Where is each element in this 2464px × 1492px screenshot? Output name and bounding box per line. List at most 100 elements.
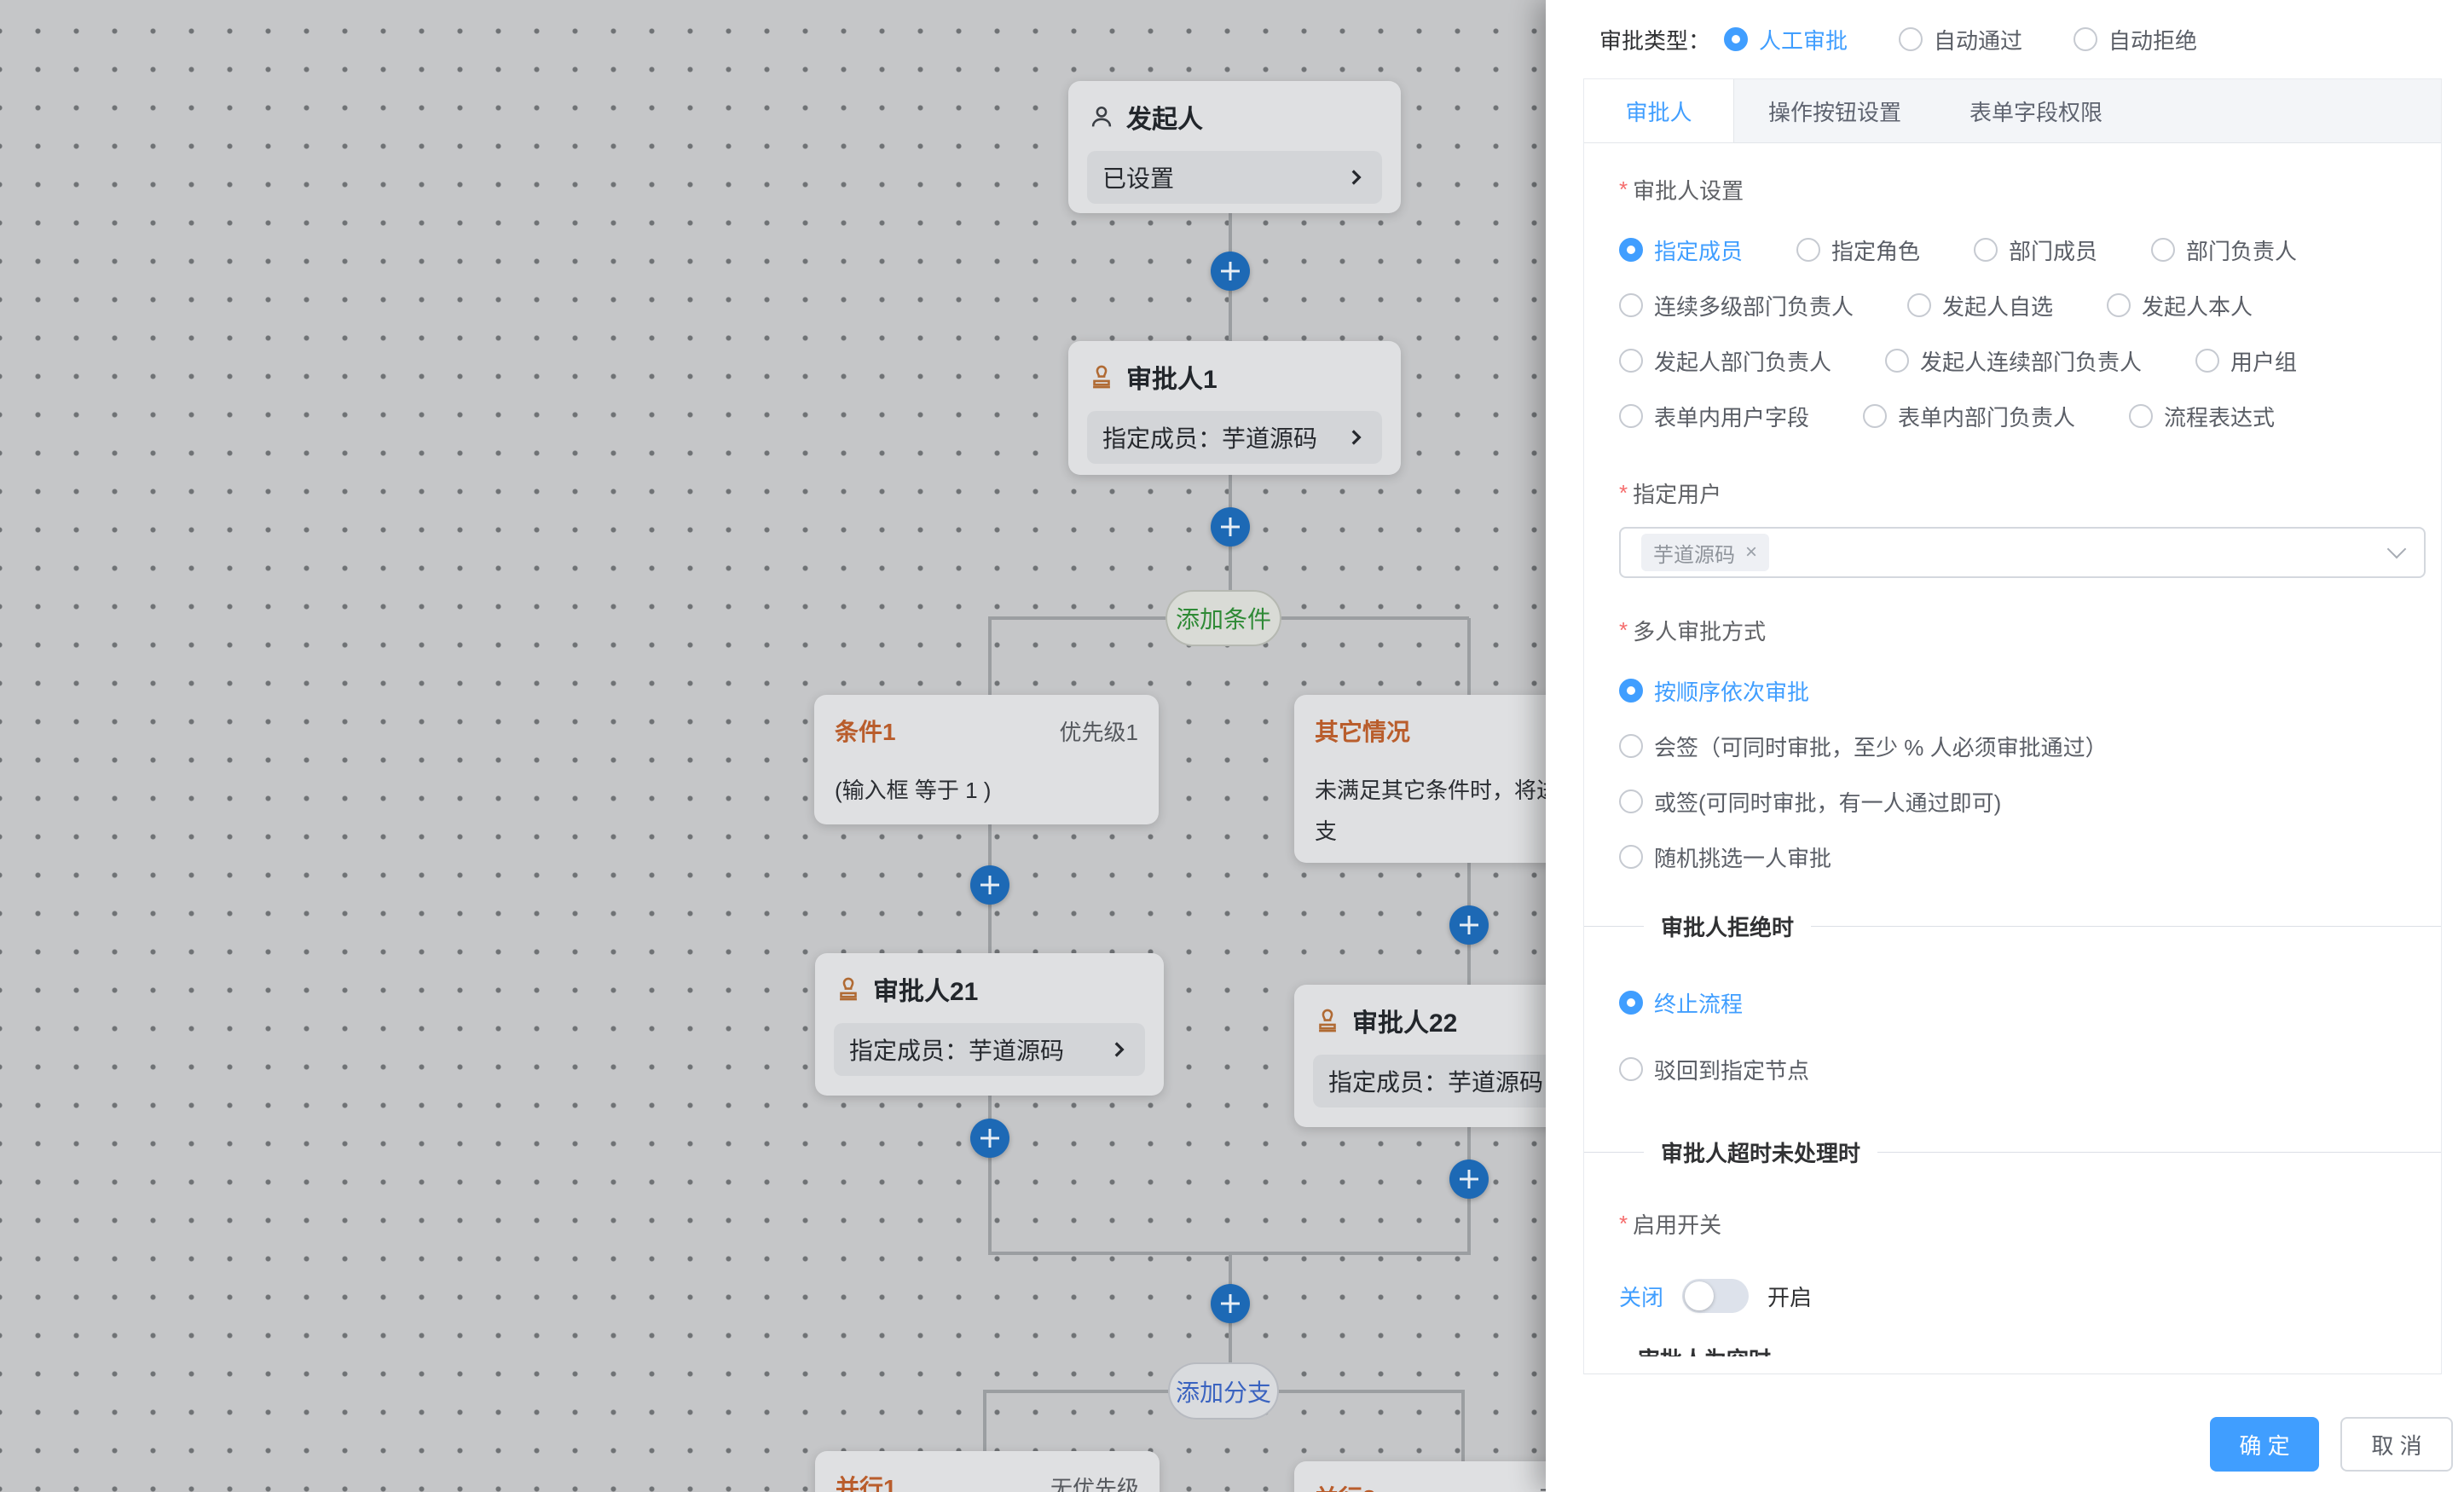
timeout-enable-toggle[interactable] xyxy=(1682,1279,1749,1313)
node-config-row[interactable]: 已设置 xyxy=(1087,151,1382,204)
node-config-row[interactable]: 指定成员：芋道源码 xyxy=(834,1023,1145,1076)
reject-option: 驳回到指定节点 xyxy=(1619,1056,2441,1082)
node-start[interactable]: 发起人 已设置 xyxy=(1068,81,1401,213)
add-node-button[interactable] xyxy=(1449,1159,1489,1199)
required-asterisk: * xyxy=(1619,1211,1628,1237)
multi-approve-option: 随机挑选一人审批 xyxy=(1619,844,2441,870)
connector-line xyxy=(1461,1391,1465,1461)
add-node-button[interactable] xyxy=(1211,1284,1250,1323)
approver-setting-row4: 表单内用户字段 表单内部门负责人 流程表达式 xyxy=(1619,403,2441,429)
radio-starter-choose[interactable]: 发起人自选 xyxy=(1907,290,2053,321)
add-node-button[interactable] xyxy=(1211,507,1250,546)
radio-dept-member[interactable]: 部门成员 xyxy=(1974,234,2097,266)
switch-on-label: 开启 xyxy=(1767,1281,1812,1312)
approver-setting-row3: 发起人部门负责人 发起人连续部门负责人 用户组 xyxy=(1619,348,2441,373)
radio-dot xyxy=(2151,238,2175,262)
connector-line xyxy=(988,618,992,695)
radio-process-expression[interactable]: 流程表达式 xyxy=(2129,401,2275,432)
condition-title: 其它情况 xyxy=(1315,714,1410,748)
toggle-knob xyxy=(1685,1281,1714,1310)
required-asterisk: * xyxy=(1619,480,1628,506)
selected-user-tag: 芋道源码 × xyxy=(1641,534,1769,571)
timeout-section-title: 审批人超时未处理时 xyxy=(1644,1136,1877,1168)
tag-close-icon[interactable]: × xyxy=(1745,541,1757,564)
add-branch-button[interactable]: 添加分支 xyxy=(1168,1362,1279,1420)
cancel-button[interactable]: 取 消 xyxy=(2340,1417,2453,1472)
add-condition-button[interactable]: 添加条件 xyxy=(1165,590,1281,646)
radio-dot xyxy=(1619,789,1643,813)
tab-form-field-permission[interactable]: 表单字段权限 xyxy=(1935,79,2137,142)
radio-dot xyxy=(1619,1057,1643,1081)
radio-assigned-member[interactable]: 指定成员 xyxy=(1619,234,1743,266)
radio-terminate-process[interactable]: 终止流程 xyxy=(1619,987,1743,1019)
radio-dot xyxy=(2074,27,2097,51)
multi-approve-option: 或签(可同时审批，有一人通过即可) xyxy=(1619,789,2441,814)
radio-return-to-node[interactable]: 驳回到指定节点 xyxy=(1619,1054,1809,1085)
condition-expression: (输入框 等于 1 ) xyxy=(835,770,1138,811)
radio-dot xyxy=(1619,293,1643,317)
confirm-button[interactable]: 确 定 xyxy=(2210,1417,2319,1472)
drawer-body: 审批人 操作按钮设置 表单字段权限 * 审批人设置 指定成员 指定角色 部门成员… xyxy=(1583,78,2442,1374)
add-node-button[interactable] xyxy=(1211,252,1250,291)
enable-switch-label: * 启用开关 xyxy=(1619,1212,2441,1235)
condition-title: 并行2 xyxy=(1315,1480,1376,1492)
node-approver21[interactable]: 审批人21 指定成员：芋道源码 xyxy=(815,953,1164,1096)
node-config-text: 指定成员：芋道源码 xyxy=(1328,1064,1543,1098)
radio-dot xyxy=(1724,27,1748,51)
assign-user-select[interactable]: 芋道源码 × xyxy=(1619,527,2426,578)
node-parallel1[interactable]: 并行1 无优先级 xyxy=(815,1451,1160,1492)
approve-type-label: 审批类型： xyxy=(1599,24,1710,55)
radio-auto-pass[interactable]: 自动通过 xyxy=(1899,24,2022,55)
radio-dot xyxy=(1863,404,1887,428)
multi-approve-option: 会签（可同时审批，至少 % 人必须审批通过） xyxy=(1619,733,2441,759)
tab-button-settings[interactable]: 操作按钮设置 xyxy=(1734,79,1935,142)
drawer-footer: 确 定 取 消 xyxy=(1546,1374,2464,1492)
node-approver1[interactable]: 审批人1 指定成员：芋道源码 xyxy=(1068,341,1401,475)
radio-dept-leader[interactable]: 部门负责人 xyxy=(2151,234,2297,266)
radio-orsign[interactable]: 或签(可同时审批，有一人通过即可) xyxy=(1619,786,2001,818)
radio-dot xyxy=(1619,238,1643,262)
node-title: 审批人21 xyxy=(873,970,978,1008)
radio-form-user-field[interactable]: 表单内用户字段 xyxy=(1619,401,1809,432)
assign-user-label: * 指定用户 xyxy=(1619,481,2441,505)
reject-option: 终止流程 xyxy=(1619,990,2441,1015)
approver-setting-label: * 审批人设置 xyxy=(1619,177,2441,201)
radio-starter-self[interactable]: 发起人本人 xyxy=(2107,290,2253,321)
radio-form-dept-leader[interactable]: 表单内部门负责人 xyxy=(1863,401,2075,432)
radio-starter-multi-dept-leader[interactable]: 发起人连续部门负责人 xyxy=(1885,345,2142,377)
radio-dot xyxy=(1619,349,1643,373)
radio-dot xyxy=(2107,293,2131,317)
connector-line xyxy=(983,1391,986,1451)
radio-dot xyxy=(1899,27,1923,51)
radio-dot xyxy=(1907,293,1931,317)
tab-approver[interactable]: 审批人 xyxy=(1584,79,1734,142)
node-config-text: 指定成员：芋道源码 xyxy=(849,1032,1064,1067)
radio-random-one[interactable]: 随机挑选一人审批 xyxy=(1619,841,1831,873)
stamp-icon xyxy=(834,974,863,1003)
switch-off-label: 关闭 xyxy=(1619,1281,1663,1312)
node-title: 发起人 xyxy=(1126,98,1203,136)
node-title: 审批人22 xyxy=(1352,1002,1457,1039)
radio-sequential-approve[interactable]: 按顺序依次审批 xyxy=(1619,675,1809,707)
approver-form: * 审批人设置 指定成员 指定角色 部门成员 部门负责人 连续多级部门负责人 发… xyxy=(1584,177,2441,1356)
next-section-title-partial: 审批人为空时 xyxy=(1638,1343,2441,1356)
radio-manual-approve[interactable]: 人工审批 xyxy=(1724,24,1848,55)
radio-user-group[interactable]: 用户组 xyxy=(2195,345,2297,377)
radio-dot xyxy=(2129,404,2153,428)
add-node-button[interactable] xyxy=(1449,905,1489,945)
timeout-section-divider: 审批人超时未处理时 xyxy=(1584,1140,2441,1164)
radio-starter-dept-leader[interactable]: 发起人部门负责人 xyxy=(1619,345,1831,377)
add-node-button[interactable] xyxy=(970,1119,1009,1158)
radio-assigned-role[interactable]: 指定角色 xyxy=(1796,234,1920,266)
add-node-button[interactable] xyxy=(970,865,1009,905)
radio-countersign[interactable]: 会签（可同时审批，至少 % 人必须审批通过） xyxy=(1619,731,2108,762)
node-condition1[interactable]: 条件1 优先级1 (输入框 等于 1 ) xyxy=(814,695,1159,824)
required-asterisk: * xyxy=(1619,176,1628,203)
radio-dot xyxy=(1796,238,1820,262)
radio-dot xyxy=(1619,734,1643,758)
radio-auto-reject[interactable]: 自动拒绝 xyxy=(2074,24,2197,55)
node-config-text: 指定成员：芋道源码 xyxy=(1102,420,1317,454)
node-config-row[interactable]: 指定成员：芋道源码 xyxy=(1087,411,1382,464)
radio-dot xyxy=(1974,238,1998,262)
radio-multi-level-dept-leader[interactable]: 连续多级部门负责人 xyxy=(1619,290,1854,321)
